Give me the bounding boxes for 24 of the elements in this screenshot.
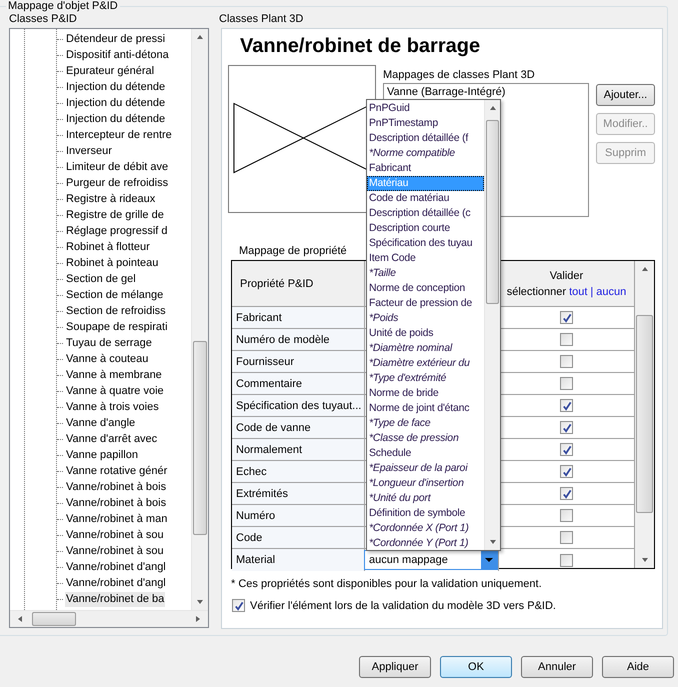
column-header: Propriété P&ID (232, 261, 365, 306)
section-label: Mappage de propriété (239, 244, 347, 259)
table-cell: Normalement (232, 439, 365, 460)
table-cell: Fabricant (232, 307, 365, 328)
table-cell: Spécification des tuyaut... (232, 395, 365, 416)
table-cell: Numéro (232, 505, 365, 526)
table-cell: Material (232, 549, 365, 571)
separator: | (590, 286, 594, 298)
table-cell: Extrémités (232, 483, 365, 504)
class-title: Vanne/robinet de barrage (239, 34, 482, 59)
panel-label: Classes Plant 3D (219, 12, 304, 27)
group-title: Mappage d'objet P&ID (7, 0, 119, 12)
column-header: Valider (550, 270, 584, 282)
table-cell: Numéro de modèle (232, 329, 365, 350)
table-cell: Fournisseur (232, 351, 365, 372)
checkbox-label: Vérifier l'élément lors de la validation du modèle 3D vers P&ID. (250, 600, 556, 612)
table-cell: Code (232, 527, 365, 548)
select-label: sélectionner (506, 286, 566, 298)
mappings-label: Mappages de classes Plant 3D (383, 69, 536, 83)
table-cell: Code de vanne (232, 417, 365, 438)
table-cell: Commentaire (232, 373, 365, 394)
panel-label: Classes P&ID (9, 12, 78, 27)
table-cell: Echec (232, 461, 365, 482)
footnote: * Ces propriétés sont disponibles pour la validation uniquement. (231, 577, 543, 591)
